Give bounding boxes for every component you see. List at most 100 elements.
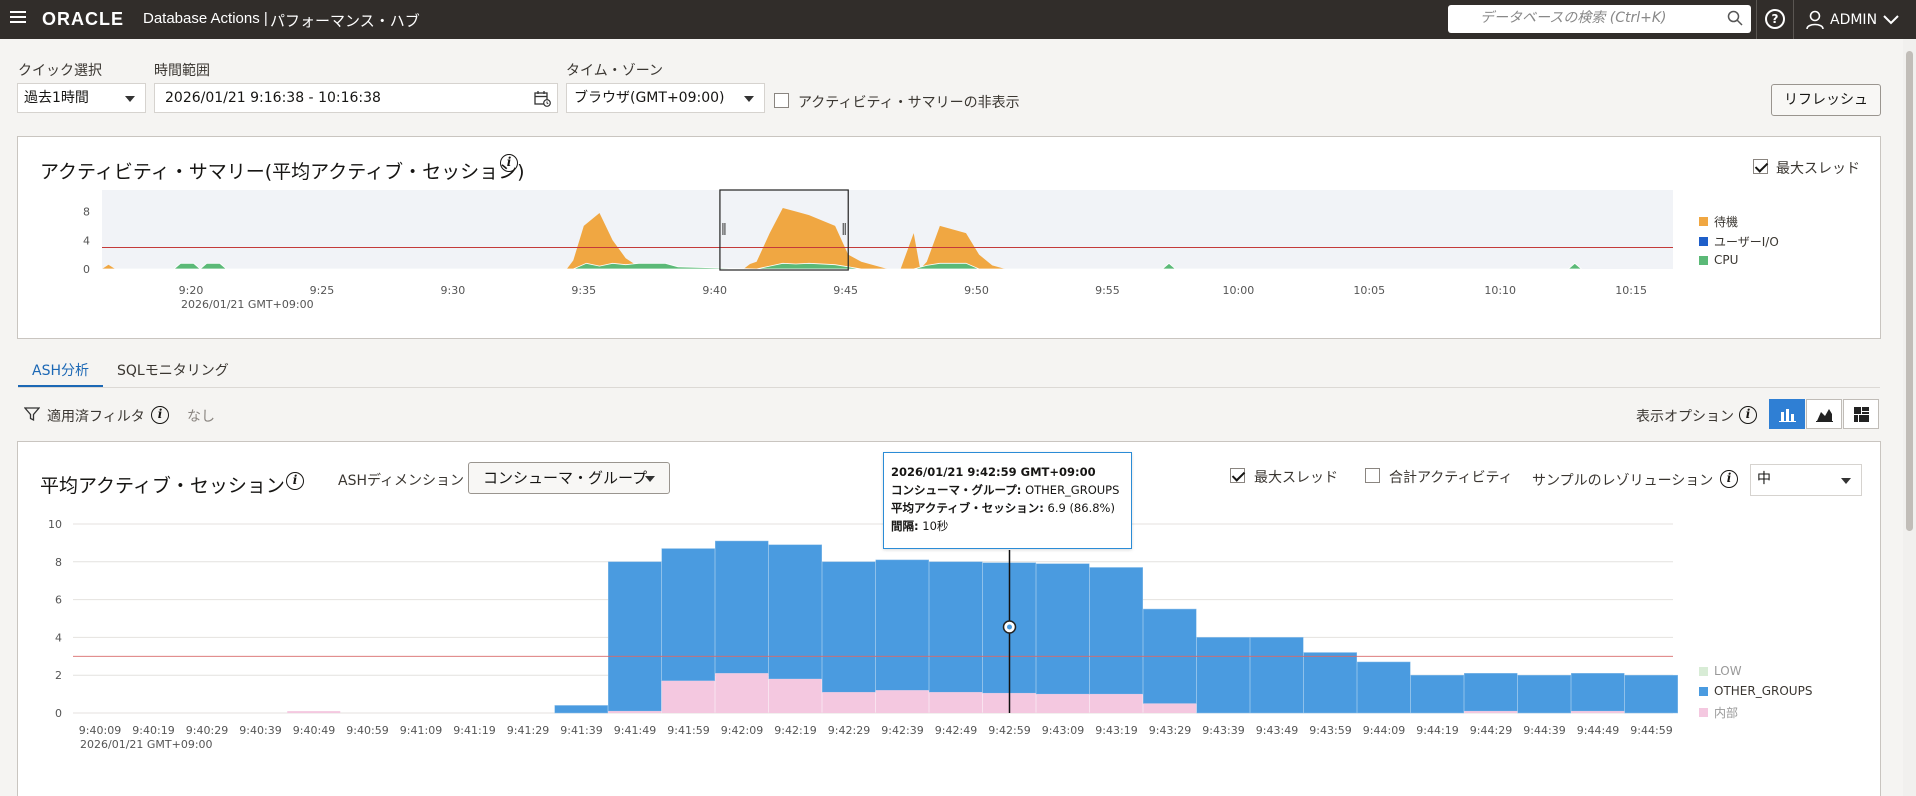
user-icon — [1806, 10, 1824, 30]
bar-internal — [1464, 711, 1518, 713]
time-range-label: 時間範囲 — [154, 63, 210, 79]
legend-swatch — [1699, 217, 1708, 226]
legend-swatch — [1699, 666, 1708, 676]
hide-summary-checkbox[interactable] — [774, 93, 789, 108]
x-tick-label: 9:44:29 — [1470, 724, 1512, 737]
y-tick-label: 8 — [83, 206, 90, 219]
timezone-value: ブラウザ(GMT+09:00) — [574, 90, 725, 106]
bar-other-groups — [1196, 637, 1250, 714]
tab-sql-monitoring[interactable]: SQLモニタリング — [103, 356, 243, 388]
tooltip-value: 10秒 — [922, 519, 949, 533]
y-tick-label: 4 — [83, 234, 90, 247]
legend-item-user-io: ユーザーI/O — [1699, 233, 1779, 250]
x-tick-label: 9:41:29 — [507, 724, 549, 737]
timezone-dropdown[interactable]: ブラウザ(GMT+09:00) — [566, 83, 765, 113]
quick-select-dropdown[interactable]: 過去1時間 — [17, 83, 146, 113]
x-tick-label: 9:41:39 — [560, 724, 602, 737]
y-tick-label: 2 — [55, 669, 62, 682]
x-tick-label: 9:43:19 — [1095, 724, 1137, 737]
y-tick-label: 0 — [83, 263, 90, 276]
x-tick-label: 9:40:59 — [346, 724, 388, 737]
bar-other-groups — [554, 705, 608, 714]
x-tick-label: 9:35 — [571, 284, 596, 297]
user-menu[interactable]: ADMIN — [1806, 8, 1899, 32]
x-axis-date-label: 2026/01/21 GMT+09:00 — [181, 298, 314, 311]
time-range-field[interactable]: 2026/01/21 9:16:38 - 10:16:38 — [154, 83, 558, 113]
bar-other-groups — [1357, 661, 1411, 714]
top-bar: ORACLE Database Actions | パフォーマンス・ハブ ? A… — [0, 0, 1916, 39]
x-axis-date-label: 2026/01/21 GMT+09:00 — [80, 738, 213, 751]
hover-marker-dot — [1007, 624, 1012, 630]
y-tick-label: 8 — [55, 556, 62, 569]
bar-other-groups — [875, 559, 929, 691]
bar-other-groups — [1036, 563, 1090, 695]
legend-label: OTHER_GROUPS — [1714, 684, 1813, 698]
quick-select-value: 過去1時間 — [24, 90, 89, 106]
x-tick-label: 9:45 — [833, 284, 858, 297]
applied-filters-label: 適用済フィルタ — [47, 409, 145, 425]
activity-summary-panel: アクティビティ・サマリー(平均アクティブ・セッション) i 最大スレッド 048… — [17, 136, 1881, 339]
legend-swatch — [1699, 686, 1708, 696]
x-tick-label: 9:40:29 — [186, 724, 228, 737]
hide-summary-label: アクティビティ・サマリーの非表示 — [798, 95, 1020, 111]
x-tick-label: 9:41:59 — [667, 724, 709, 737]
x-tick-label: 9:43:49 — [1256, 724, 1298, 737]
bar-other-groups — [822, 561, 876, 693]
tab-divider — [18, 387, 1880, 388]
legend-item-low: LOW — [1699, 664, 1742, 678]
legend-item-other-groups: OTHER_GROUPS — [1699, 684, 1812, 698]
bar-chart-view-button[interactable] — [1769, 399, 1805, 429]
bar-other-groups — [1410, 674, 1464, 714]
quick-select-label: クイック選択 — [18, 63, 102, 79]
caret-down-icon — [125, 96, 135, 102]
x-tick-label: 9:40:09 — [79, 724, 121, 737]
display-options-label: 表示オプション — [1636, 409, 1734, 425]
menu-icon[interactable] — [10, 11, 26, 25]
tab-ash-analysis[interactable]: ASH分析 — [18, 356, 103, 388]
timezone-label: タイム・ゾーン — [566, 63, 664, 79]
legend-swatch — [1699, 237, 1708, 246]
bar-other-groups — [1464, 673, 1518, 712]
info-icon[interactable]: i — [151, 406, 169, 424]
x-tick-label: 9:42:39 — [881, 724, 923, 737]
applied-filters-value: なし — [187, 409, 215, 425]
tooltip-value: OTHER_GROUPS — [1025, 483, 1120, 497]
page-scrollbar[interactable] — [1903, 39, 1916, 796]
chevron-down-icon — [1883, 15, 1899, 25]
scrollbar-thumb[interactable] — [1906, 51, 1913, 531]
x-tick-label: 9:40:39 — [239, 724, 281, 737]
refresh-button[interactable]: リフレッシュ — [1771, 84, 1881, 116]
bar-other-groups — [1089, 567, 1143, 695]
x-tick-label: 9:42:09 — [721, 724, 763, 737]
filter-icon[interactable] — [24, 406, 40, 422]
tooltip-value: 6.9 (86.8%) — [1047, 501, 1115, 515]
legend-swatch — [1699, 708, 1708, 717]
legend-label: 内部 — [1714, 706, 1739, 720]
x-tick-label: 9:41:19 — [453, 724, 495, 737]
search-input[interactable] — [1448, 5, 1708, 31]
bar-internal — [929, 692, 983, 713]
help-icon[interactable]: ? — [1765, 9, 1785, 29]
search-icon[interactable] — [1727, 10, 1743, 26]
y-tick-label: 0 — [55, 707, 62, 720]
activity-summary-chart[interactable]: 0 4 8 9:20 9:25 9:30 9:35 9:40 9:45 9:50 9:55 10:00… — [18, 137, 1880, 338]
x-tick-label: 9:44:49 — [1577, 724, 1619, 737]
info-icon[interactable]: i — [1739, 406, 1757, 424]
x-tick-label: 9:44:59 — [1630, 724, 1672, 737]
user-name: ADMIN — [1830, 12, 1878, 28]
page-title: パフォーマンス・ハブ — [270, 13, 420, 30]
area-chart-view-button[interactable] — [1806, 399, 1842, 429]
divider — [1756, 0, 1757, 39]
bar-other-groups — [661, 548, 715, 682]
treemap-view-button[interactable] — [1843, 399, 1879, 429]
bar-internal — [822, 692, 876, 713]
y-tick-label: 10 — [48, 518, 62, 531]
x-tick-label: 9:30 — [441, 284, 466, 297]
bar-internal — [1143, 703, 1197, 713]
calendar-icon[interactable] — [534, 90, 551, 107]
treemap-icon — [1854, 407, 1869, 422]
bar-internal — [661, 680, 715, 713]
x-tick-label: 9:55 — [1095, 284, 1120, 297]
bar-internal — [1036, 694, 1090, 713]
tooltip-key: 平均アクティブ・セッション: — [891, 501, 1044, 515]
